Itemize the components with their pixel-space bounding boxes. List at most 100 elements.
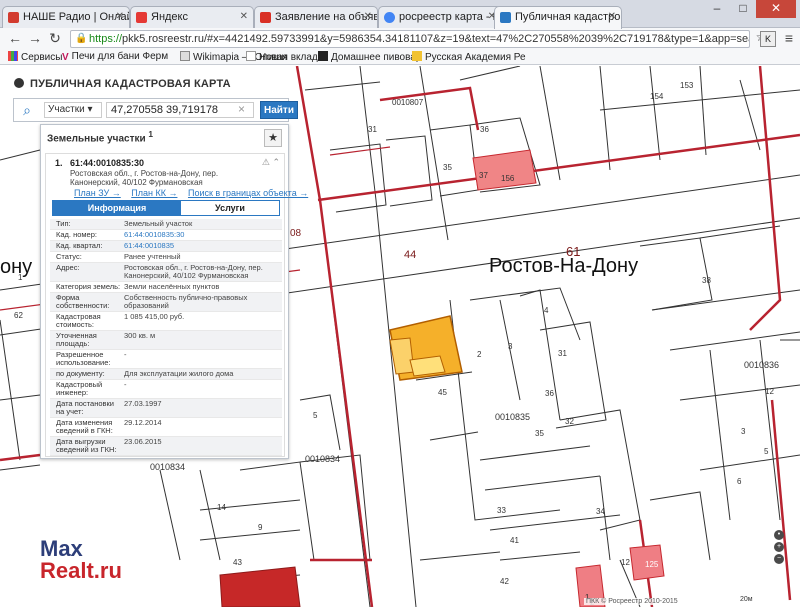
search-icon[interactable]: ⌕ bbox=[14, 99, 40, 121]
search-input[interactable]: 47,270558 39,719178 bbox=[106, 102, 254, 118]
card-tools: ⚠ ⌃ bbox=[262, 157, 280, 168]
google-favicon-icon bbox=[384, 12, 395, 23]
table-row: Категория земель: Земли населённых пункто… bbox=[50, 282, 282, 293]
map-label: 31 bbox=[368, 125, 377, 134]
warning-icon[interactable]: ⚠ bbox=[262, 157, 270, 167]
watermark-line1: Max bbox=[40, 536, 83, 561]
map-label: 0010834 bbox=[150, 462, 185, 472]
find-button[interactable]: Найти bbox=[260, 101, 298, 119]
tab-information[interactable]: Информация bbox=[53, 201, 181, 215]
table-row: Кадастровая стоимость: 1 085 415,00 руб. bbox=[50, 312, 282, 331]
table-row: по документу: Для эксплуатации жилого дом… bbox=[50, 369, 282, 380]
map-label: 0010807 bbox=[392, 98, 424, 107]
map-label: 3 bbox=[508, 342, 513, 351]
v-icon: V bbox=[62, 52, 69, 63]
row-key: Кадастровая стоимость: bbox=[56, 312, 101, 329]
search-type-value: Участки bbox=[48, 104, 85, 115]
address-bar[interactable]: 🔒 https://pkk5.rosreestr.ru/#x=4421492.5… bbox=[70, 30, 750, 48]
row-key: по документу: bbox=[56, 369, 105, 378]
row-value: 23.06.2015 bbox=[124, 437, 162, 446]
tab-services[interactable]: Услуги bbox=[181, 201, 279, 215]
map-label: 5 bbox=[313, 411, 318, 420]
table-row: Уточненная площадь: 300 кв. м bbox=[50, 331, 282, 350]
close-window-button[interactable]: ✕ bbox=[756, 0, 796, 18]
tab-pkk-active[interactable]: Публичная кадастрова ✕ bbox=[494, 6, 622, 29]
radio-favicon-icon bbox=[8, 12, 19, 23]
table-row: Кад. квартал: 61:44:0010835 bbox=[50, 241, 282, 252]
favorites-star-button[interactable]: ★ bbox=[264, 129, 282, 147]
tab-yandex[interactable]: Яндекс ✕ bbox=[130, 6, 254, 28]
forward-arrow-icon[interactable]: → bbox=[26, 30, 44, 46]
panel-title: Земельные участки 1 bbox=[47, 129, 153, 144]
zoom-out-icon[interactable]: − bbox=[774, 554, 784, 564]
search-in-bounds-link[interactable]: Поиск в границах объекта → bbox=[188, 188, 308, 198]
tab-label: росреестр карта - Поиск bbox=[399, 11, 501, 23]
zoom-in-icon[interactable]: + bbox=[774, 542, 784, 552]
minimize-button[interactable]: – bbox=[704, 0, 730, 18]
row-key: Форма собственности: bbox=[56, 293, 110, 310]
row-value: - bbox=[124, 380, 127, 389]
map-label: 38 bbox=[702, 276, 711, 285]
map-label: 3 bbox=[741, 427, 746, 436]
tab-nashe-radio[interactable]: НАШЕ Радио | Онлай ✕ bbox=[2, 6, 130, 28]
results-panel: Земельные участки 1 ★ 1. 61:44:0010835:3… bbox=[40, 124, 308, 459]
pkk-logo-icon bbox=[14, 78, 24, 88]
browser-toolbar: ← → ↻ 🔒 https://pkk5.rosreestr.ru/#x=442… bbox=[0, 28, 800, 50]
bookmark-services[interactable]: Сервисы bbox=[8, 51, 62, 63]
result-cadastral-number[interactable]: 61:44:0010835:30 bbox=[70, 158, 144, 168]
bookmark-academy[interactable]: Русская Академия Ре bbox=[412, 51, 526, 63]
close-tab-icon[interactable]: ✕ bbox=[364, 11, 372, 22]
bookmark-new-tab[interactable]: Новая вкладка bbox=[246, 51, 328, 63]
apps-icon bbox=[8, 51, 18, 61]
clear-icon[interactable]: × bbox=[238, 102, 245, 116]
bookmark-pivovar[interactable]: Домашнее пивовар bbox=[318, 51, 421, 63]
cadastral-number-link[interactable]: 61:44:0010835:30 bbox=[124, 231, 282, 239]
folder-icon bbox=[412, 51, 422, 61]
map-label: 41 bbox=[510, 536, 519, 545]
table-row: Дата выгрузки сведений из ГКН: 23.06.2015 bbox=[50, 437, 282, 456]
search-bar: ⌕ Участки ▾ 47,270558 39,719178 × Найти bbox=[13, 98, 298, 122]
table-row: Дата постановки на учет: 27.03.1997 bbox=[50, 399, 282, 418]
map-zoom-controls: • + − bbox=[772, 528, 786, 566]
map-label: 2 bbox=[477, 350, 482, 359]
maximize-button[interactable]: □ bbox=[730, 0, 756, 18]
result-links: План ЗУ → План КК → Поиск в границах объ… bbox=[74, 188, 316, 198]
search-type-select[interactable]: Участки ▾ bbox=[44, 102, 102, 118]
map-label: 12 bbox=[621, 558, 630, 567]
row-value: Земельный участок bbox=[124, 219, 193, 228]
result-card[interactable]: 1. 61:44:0010835:30 ⚠ ⌃ Ростовская обл.,… bbox=[45, 153, 308, 457]
bookmark-pechi[interactable]: V Печи для бани Ферм bbox=[62, 51, 168, 63]
map-label: 6 bbox=[737, 477, 742, 486]
map-label: 154 bbox=[650, 92, 664, 101]
row-value: Ранее учтенный bbox=[124, 252, 181, 261]
tab-google-search[interactable]: росреестр карта - Поиск ✕ bbox=[378, 6, 502, 28]
extension-k-icon[interactable]: K bbox=[760, 31, 776, 47]
map-label: 125 bbox=[645, 560, 659, 569]
plan-zu-link[interactable]: План ЗУ → bbox=[74, 188, 121, 198]
row-value: 300 кв. м bbox=[124, 331, 156, 340]
city-label: Ростов-На-Дону bbox=[489, 255, 639, 277]
cadastral-quarter-link[interactable]: 61:44:0010835 bbox=[124, 242, 282, 250]
url-scheme: https:// bbox=[89, 33, 123, 45]
collapse-icon[interactable]: ⌃ bbox=[272, 157, 280, 167]
map-scale: 20м bbox=[740, 596, 753, 603]
map-label: 31 bbox=[558, 349, 567, 358]
map-label: 32 bbox=[565, 417, 574, 426]
map-label: 42 bbox=[500, 577, 509, 586]
tab-gmail[interactable]: Заявление на объявле ✕ bbox=[254, 6, 378, 28]
close-tab-icon[interactable]: ✕ bbox=[240, 11, 248, 22]
close-tab-icon[interactable]: ✕ bbox=[116, 11, 124, 22]
back-arrow-icon[interactable]: ← bbox=[6, 30, 24, 46]
reload-icon[interactable]: ↻ bbox=[46, 30, 64, 47]
page-icon bbox=[246, 51, 256, 61]
row-value: 29.12.2014 bbox=[124, 418, 162, 427]
close-tab-icon[interactable]: ✕ bbox=[608, 11, 616, 22]
menu-icon[interactable]: ≡ bbox=[780, 30, 798, 46]
map-label: 4 bbox=[544, 306, 549, 315]
wikimapia-icon bbox=[180, 51, 190, 61]
plan-kk-link[interactable]: План КК → bbox=[131, 188, 177, 198]
map-label: 9 bbox=[258, 523, 263, 532]
map-label: 35 bbox=[535, 429, 544, 438]
map-label: 34 bbox=[596, 507, 605, 516]
layers-icon[interactable]: • bbox=[774, 530, 784, 540]
